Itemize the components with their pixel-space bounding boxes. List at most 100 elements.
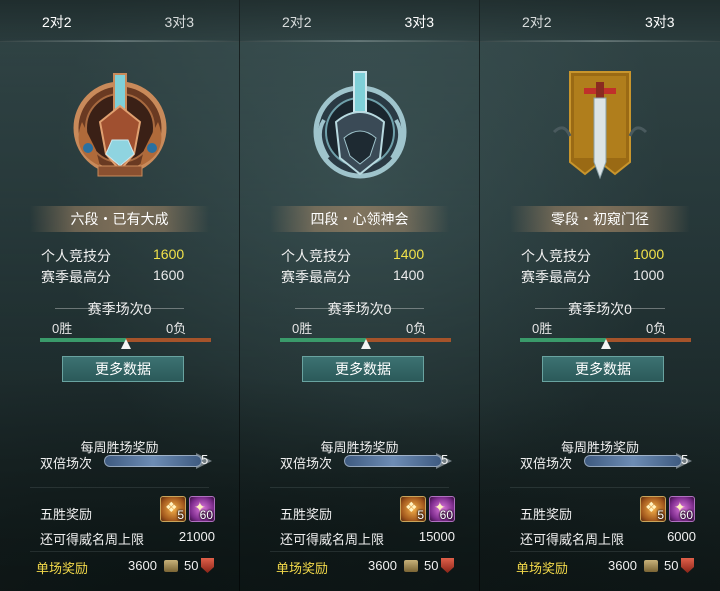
individual-score-value: 1600 — [153, 246, 185, 262]
ratio-marker-icon — [360, 339, 371, 349]
fame-cap-label: 还可得威名周上限 — [280, 532, 385, 547]
gift-glyph-icon: ❖ — [645, 499, 658, 515]
individual-score-label: 个人竞技分 — [41, 248, 111, 264]
coin-icon — [644, 560, 658, 572]
individual-score-label: 个人竞技分 — [521, 248, 591, 264]
tab-2v2[interactable]: 2对2 — [0, 10, 117, 32]
loss-segment — [365, 338, 451, 342]
five-win-reward-label: 五胜奖励 — [40, 507, 93, 522]
tab-2v2[interactable]: 2对2 — [480, 10, 597, 32]
season-matches: 赛季场次0 — [240, 299, 479, 319]
double-matches-bar — [344, 455, 442, 467]
losses-count: 0负 — [406, 321, 427, 336]
banner-sword-emblem-icon — [552, 71, 648, 180]
rank-title: 六段・已有大成 — [30, 206, 209, 232]
loss-segment — [125, 338, 211, 342]
single-shield-value: 50 — [424, 558, 439, 573]
rank-panel-2: 2对2 3对3 四段・心领神会 个人竞技分 1400 赛季最高分 1400 赛季… — [240, 0, 480, 591]
tab-2v2[interactable]: 2对2 — [240, 10, 357, 32]
item-count: 60 — [199, 508, 213, 522]
five-win-reward-label: 五胜奖励 — [520, 507, 573, 522]
wins-count: 0胜 — [52, 321, 73, 336]
double-matches-label: 双倍场次 — [40, 456, 93, 471]
loss-segment — [605, 338, 691, 342]
season-high-value: 1600 — [153, 267, 185, 283]
single-reward-label: 单场奖励 — [276, 561, 329, 576]
divider — [510, 551, 690, 552]
single-reward-label: 单场奖励 — [36, 561, 89, 576]
gift-box-icon[interactable]: ❖ 5 — [160, 496, 186, 522]
tab-3v3[interactable]: 3对3 — [597, 10, 720, 32]
season-high-label: 赛季最高分 — [281, 269, 351, 285]
bronze-tier-emblem-icon — [73, 73, 167, 177]
purple-gem-icon[interactable]: ✦ 60 — [429, 496, 455, 522]
ratio-marker-icon — [600, 339, 611, 349]
season-high-value: 1000 — [633, 267, 665, 283]
silver-tier-emblem-icon — [313, 71, 407, 179]
divider — [30, 551, 209, 552]
season-high-value: 1400 — [393, 267, 425, 283]
fame-cap-value: 21000 — [178, 529, 215, 544]
shield-icon — [201, 558, 214, 573]
fame-cap-label: 还可得威名周上限 — [520, 532, 625, 547]
tab-3v3[interactable]: 3对3 — [357, 10, 480, 32]
divider — [30, 487, 209, 488]
fame-cap-value: 15000 — [418, 529, 455, 544]
purple-gem-icon[interactable]: ✦ 60 — [669, 496, 695, 522]
individual-score-label: 个人竞技分 — [281, 248, 351, 264]
rank-title: 零段・初窥门径 — [510, 206, 690, 232]
tab-divider — [240, 40, 479, 42]
individual-score-value: 1400 — [393, 246, 425, 262]
season-high-label: 赛季最高分 — [41, 269, 111, 285]
divider — [270, 487, 449, 488]
season-high-label: 赛季最高分 — [521, 269, 591, 285]
win-segment — [520, 338, 606, 342]
fame-cap-label: 还可得威名周上限 — [40, 532, 145, 547]
single-coin-value: 3600 — [368, 558, 397, 573]
gift-box-icon[interactable]: ❖ 5 — [640, 496, 666, 522]
single-coin-value: 3600 — [128, 558, 157, 573]
more-data-button[interactable]: 更多数据 — [542, 356, 664, 382]
rank-title: 四段・心领神会 — [270, 206, 449, 232]
rank-panel-1: 2对2 3对3 六段・已有大成 个人竞技分 1600 赛季最高分 1600 赛季… — [0, 0, 240, 591]
coin-icon — [164, 560, 178, 572]
losses-count: 0负 — [166, 321, 187, 336]
double-matches-label: 双倍场次 — [520, 456, 573, 471]
double-matches-bar — [584, 455, 682, 467]
gift-box-icon[interactable]: ❖ 5 — [400, 496, 426, 522]
tab-divider — [480, 40, 720, 42]
double-matches-count: 5 — [201, 452, 209, 467]
mode-tabs: 2对2 3对3 — [480, 0, 720, 42]
single-reward-label: 单场奖励 — [516, 561, 569, 576]
losses-count: 0负 — [646, 321, 667, 336]
gift-glyph-icon: ❖ — [405, 499, 418, 515]
purple-gem-icon[interactable]: ✦ 60 — [189, 496, 215, 522]
ratio-marker-icon — [120, 339, 131, 349]
fame-cap-value: 6000 — [667, 529, 696, 544]
double-matches-bar — [104, 455, 202, 467]
item-count: 5 — [417, 508, 424, 522]
coin-icon — [404, 560, 418, 572]
shield-icon — [681, 558, 694, 573]
season-matches: 赛季场次0 — [0, 299, 239, 319]
divider — [270, 551, 449, 552]
tab-3v3[interactable]: 3对3 — [117, 10, 240, 32]
shield-icon — [441, 558, 454, 573]
wins-count: 0胜 — [292, 321, 313, 336]
item-count: 60 — [679, 508, 693, 522]
single-shield-value: 50 — [664, 558, 679, 573]
mode-tabs: 2对2 3对3 — [240, 0, 479, 42]
more-data-button[interactable]: 更多数据 — [302, 356, 424, 382]
wins-count: 0胜 — [532, 321, 553, 336]
five-win-reward-label: 五胜奖励 — [280, 507, 333, 522]
double-matches-count: 5 — [681, 452, 689, 467]
single-coin-value: 3600 — [608, 558, 637, 573]
item-count: 60 — [439, 508, 453, 522]
single-shield-value: 50 — [184, 558, 199, 573]
double-matches-count: 5 — [441, 452, 449, 467]
more-data-button[interactable]: 更多数据 — [62, 356, 184, 382]
win-segment — [280, 338, 366, 342]
win-segment — [40, 338, 126, 342]
divider — [510, 487, 690, 488]
rank-panels: 2对2 3对3 六段・已有大成 个人竞技分 1600 赛季最高分 1600 赛季… — [0, 0, 720, 591]
